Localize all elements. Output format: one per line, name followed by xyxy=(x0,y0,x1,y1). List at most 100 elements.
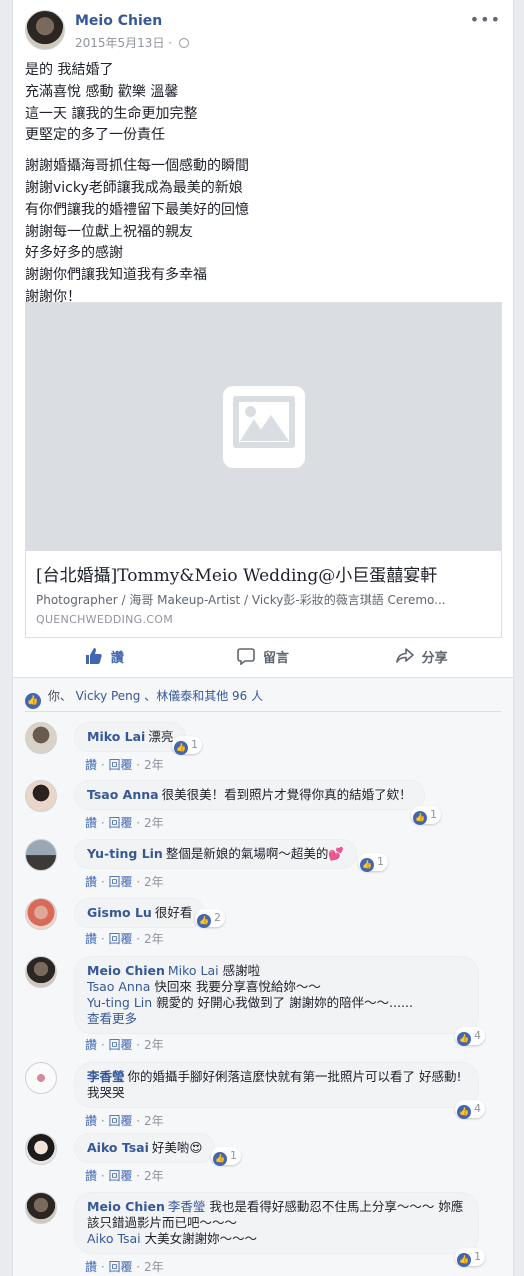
like-reaction-icon: 👍 xyxy=(457,1032,471,1046)
comment-text: 你的婚攝手腳好俐落這麼快就有第一批照片可以看了 好感動! 我哭哭 xyxy=(87,1069,462,1100)
post-paragraph: 是的 我結婚了 充滿喜悅 感動 歡樂 溫馨 這一天 讓我的生命更加完整 更堅定的… xyxy=(25,62,198,144)
comment: 李香瑩 你的婚攝手腳好俐落這麼快就有第一批照片可以看了 好感動! 我哭哭 👍 4 讚… xyxy=(25,1062,501,1128)
like-reaction-icon: 👍 xyxy=(174,741,188,755)
comment-meta: 讚 · 回覆 · 2年 xyxy=(85,1260,164,1274)
comment-like-link[interactable]: 讚 xyxy=(85,1038,97,1052)
commenter-avatar[interactable] xyxy=(25,956,57,988)
comment-like-link[interactable]: 讚 xyxy=(85,932,97,946)
post-timestamp[interactable]: 2015年5月13日 · xyxy=(75,34,189,51)
comment-reply-link[interactable]: 回覆 xyxy=(108,875,132,889)
comment-reactions[interactable]: 👍 1 xyxy=(211,1147,241,1166)
reaction-count: 1 xyxy=(191,738,198,751)
comment-age[interactable]: 2年 xyxy=(144,816,164,830)
comment-age[interactable]: 2年 xyxy=(144,875,164,889)
likes-names[interactable]: Vicky Peng xyxy=(76,689,141,703)
comment-age[interactable]: 2年 xyxy=(144,1169,164,1183)
comment-meta: 讚 · 回覆 · 2年 xyxy=(85,1038,164,1052)
see-more-link[interactable]: 查看更多 xyxy=(87,1011,137,1026)
timestamp-text[interactable]: 2015年5月13日 · xyxy=(75,36,172,50)
like-reaction-icon: 👍 xyxy=(457,1253,471,1267)
commenter-name[interactable]: 李香瑩 xyxy=(87,1069,125,1084)
author-avatar[interactable] xyxy=(25,10,65,50)
comment-reactions[interactable]: 👍 1 xyxy=(358,853,388,872)
commenter-name[interactable]: Meio Chien xyxy=(87,1199,165,1214)
mention[interactable]: Tsao Anna xyxy=(87,979,150,994)
comment-like-link[interactable]: 讚 xyxy=(85,758,97,772)
commenter-name[interactable]: Miko Lai xyxy=(87,729,145,744)
comment-reply-link[interactable]: 回覆 xyxy=(108,758,132,772)
commenter-avatar[interactable] xyxy=(25,780,57,812)
link-image-placeholder[interactable] xyxy=(26,303,501,551)
comment-bubble: Meio Chien Miko Lai 感謝啦 Tsao Anna 快回來 我要分… xyxy=(74,956,479,1034)
comment-reply-link[interactable]: 回覆 xyxy=(108,1169,132,1183)
post-header: Meio Chien 2015年5月13日 · ••• xyxy=(25,10,501,54)
comment-age[interactable]: 2年 xyxy=(144,1038,164,1052)
comment-text: 很美很美！看到照片才覺得你真的結婚了欸！ xyxy=(161,787,412,802)
comment-reactions[interactable]: 👍 4 xyxy=(455,1100,485,1119)
share-button[interactable]: 分享 xyxy=(342,640,501,672)
comment-like-link[interactable]: 讚 xyxy=(85,1260,97,1274)
commenter-name[interactable]: Aiko Tsai xyxy=(87,1140,149,1155)
like-label: 讚 xyxy=(110,650,124,666)
author-name[interactable]: Meio Chien xyxy=(75,13,162,29)
comment-reply-link[interactable]: 回覆 xyxy=(108,932,132,946)
comment-reactions[interactable]: 👍 2 xyxy=(195,909,225,928)
comment-like-link[interactable]: 讚 xyxy=(85,875,97,889)
comment-meta: 讚 · 回覆 · 2年 xyxy=(85,875,164,889)
more-options-icon[interactable]: ••• xyxy=(470,10,501,29)
commenter-avatar[interactable] xyxy=(25,839,57,871)
comment-age[interactable]: 2年 xyxy=(144,1114,164,1128)
commenter-avatar[interactable] xyxy=(25,722,57,754)
comment-age[interactable]: 2年 xyxy=(144,758,164,772)
comment-age[interactable]: 2年 xyxy=(144,932,164,946)
like-reaction-icon: 👍 xyxy=(197,914,211,928)
link-description: Photographer / 海哥 Makeup-Artist / Vicky彭… xyxy=(36,593,446,607)
comment-reactions[interactable]: 👍 1 xyxy=(411,806,441,825)
like-reaction-icon: 👍 xyxy=(25,693,41,709)
commenter-name[interactable]: Gismo Lu xyxy=(87,905,152,920)
commenter-avatar[interactable] xyxy=(25,1133,57,1165)
likes-summary[interactable]: 👍 你、 Vicky Peng 、林儀泰和其他 96 人 xyxy=(25,687,263,709)
commenter-name[interactable]: Meio Chien xyxy=(87,963,165,978)
link-title[interactable]: [台北婚攝]Tommy&Meio Wedding@小巨蛋囍宴軒 xyxy=(36,561,437,586)
commenter-name[interactable]: Tsao Anna xyxy=(87,787,159,802)
like-reaction-icon: 👍 xyxy=(213,1152,227,1166)
comment-reply-link[interactable]: 回覆 xyxy=(108,1260,132,1274)
comment-meta: 讚 · 回覆 · 2年 xyxy=(85,758,164,772)
comment-reply-link[interactable]: 回覆 xyxy=(108,1114,132,1128)
thumbs-up-icon xyxy=(85,648,102,664)
mention[interactable]: Yu-ting Lin xyxy=(87,995,152,1010)
link-preview[interactable]: [台北婚攝]Tommy&Meio Wedding@小巨蛋囍宴軒 Photogra… xyxy=(25,302,502,638)
comment-reactions[interactable]: 👍 1 xyxy=(172,736,202,755)
reaction-count: 1 xyxy=(377,855,384,868)
comment-like-link[interactable]: 讚 xyxy=(85,1114,97,1128)
comment-icon xyxy=(237,648,255,665)
comment-bubble: 李香瑩 你的婚攝手腳好俐落這麼快就有第一批照片可以看了 好感動! 我哭哭 xyxy=(74,1062,479,1108)
comment-text: 快回來 我要分享喜悅給妳～～ xyxy=(150,979,321,994)
comment-reactions[interactable]: 👍 4 xyxy=(455,1027,485,1046)
comment-button[interactable]: 留言 xyxy=(184,640,343,672)
comment-reactions[interactable]: 👍 1 xyxy=(455,1248,485,1267)
comment-meta: 讚 · 回覆 · 2年 xyxy=(85,816,164,830)
comment: Yu-ting Lin 整個是新娘的氣場啊～超美的💕 👍 1 讚 · 回覆 · 2年 xyxy=(25,839,501,891)
likes-suffix[interactable]: 、林儀泰和其他 96 人 xyxy=(144,689,263,703)
comment-like-link[interactable]: 讚 xyxy=(85,816,97,830)
commenter-avatar[interactable] xyxy=(25,1192,57,1224)
comment-text: 親愛的 好開心我做到了 謝謝妳的陪伴～～...... xyxy=(152,995,413,1010)
comment-reply-link[interactable]: 回覆 xyxy=(108,1038,132,1052)
comment-reply-link[interactable]: 回覆 xyxy=(108,816,132,830)
commenter-avatar[interactable] xyxy=(25,1062,57,1094)
reaction-count: 1 xyxy=(430,808,437,821)
comment-bubble: Aiko Tsai 好美喲😍 xyxy=(74,1133,216,1163)
share-icon xyxy=(395,648,414,663)
commenter-name[interactable]: Yu-ting Lin xyxy=(87,846,163,861)
comment-like-link[interactable]: 讚 xyxy=(85,1169,97,1183)
like-reaction-icon: 👍 xyxy=(413,811,427,825)
mention[interactable]: Aiko Tsai xyxy=(87,1231,141,1246)
comment-age[interactable]: 2年 xyxy=(144,1260,164,1274)
mention[interactable]: 李香瑩 xyxy=(168,1199,206,1214)
mention[interactable]: Miko Lai xyxy=(168,963,219,978)
commenter-avatar[interactable] xyxy=(25,898,57,930)
comment-text: 感謝啦 xyxy=(218,963,261,978)
like-button[interactable]: 讚 xyxy=(25,640,184,672)
